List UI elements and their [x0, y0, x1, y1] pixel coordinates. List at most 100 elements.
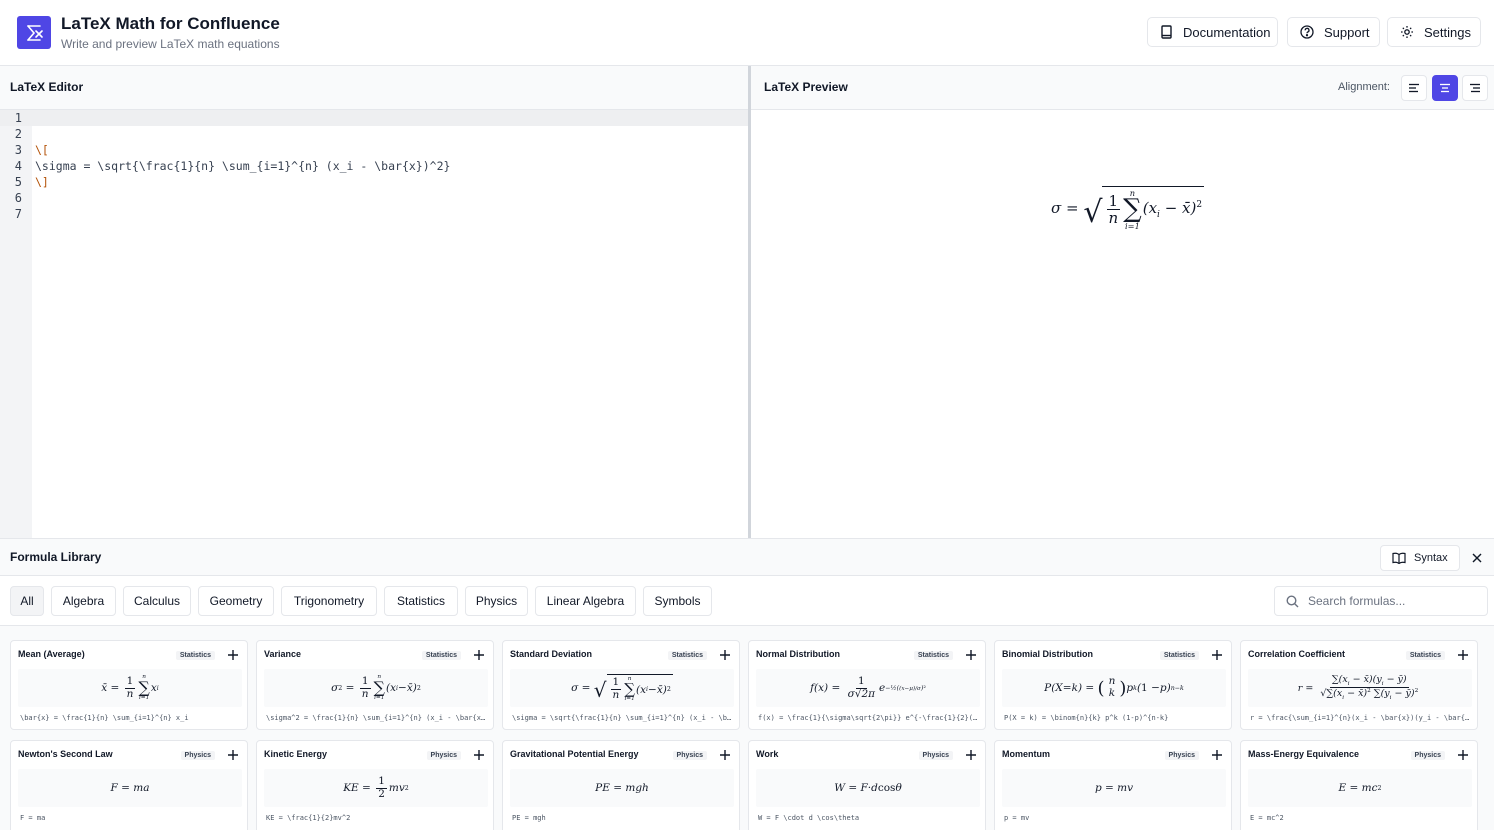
support-button[interactable]: Support: [1287, 17, 1380, 47]
formula-card[interactable]: Mass-Energy Equivalence Physics E = mc 2 …: [1240, 740, 1478, 830]
formula-category-badge: Physics: [918, 751, 953, 760]
line-number: 6: [14, 191, 22, 205]
latex-code-editor[interactable]: [32, 110, 748, 538]
app-logo-icon: [17, 16, 51, 49]
line-number: 2: [14, 127, 22, 141]
active-line-highlight: [0, 110, 748, 126]
formula-category-badge: Statistics: [913, 651, 953, 660]
formula-preview: r = ∑(xi − x̄)(yi − ȳ) √∑(xi − x̄)2 ∑(yi …: [1248, 669, 1472, 707]
formula-preview: f(x) = 1 σ√2π e −½((x−μ)/σ)²: [756, 669, 980, 707]
formula-card[interactable]: Correlation Coefficient Statistics r = ∑…: [1240, 640, 1478, 730]
formula-preview: F = ma: [18, 769, 242, 807]
add-formula-icon[interactable]: [1457, 749, 1469, 761]
add-formula-icon[interactable]: [1211, 749, 1223, 761]
formula-preview: E = mc 2: [1248, 769, 1472, 807]
close-library-button[interactable]: [1468, 549, 1486, 567]
add-formula-icon[interactable]: [227, 749, 239, 761]
formula-name: Gravitational Potential Energy: [510, 749, 639, 759]
syntax-button[interactable]: Syntax: [1380, 545, 1460, 571]
formula-preview: W = F · d cos θ: [756, 769, 980, 807]
category-tab-statistics[interactable]: Statistics: [384, 586, 458, 616]
add-formula-icon[interactable]: [473, 749, 485, 761]
align-left-button[interactable]: [1401, 75, 1427, 101]
formula-category-badge: Physics: [1410, 751, 1445, 760]
formula-card[interactable]: Standard Deviation Statistics σ = √ 1 n n ∑ i…: [502, 640, 740, 730]
code-line[interactable]: \sigma = \sqrt{\frac{1}{n} \sum_{i=1}^{n…: [35, 158, 450, 174]
formula-name: Mass-Energy Equivalence: [1248, 749, 1360, 759]
add-formula-icon[interactable]: [473, 649, 485, 661]
category-tab-calculus[interactable]: Calculus: [123, 586, 191, 616]
code-line[interactable]: \]: [35, 174, 49, 190]
formula-category-badge: Physics: [1164, 751, 1199, 760]
add-formula-icon[interactable]: [1211, 649, 1223, 661]
editor-title: LaTeX Editor: [10, 80, 84, 94]
search-input[interactable]: [1308, 587, 1480, 615]
formula-category-badge: Statistics: [175, 651, 215, 660]
category-tab-all[interactable]: All: [10, 586, 44, 616]
formula-category-badge: Statistics: [421, 651, 461, 660]
category-tab-algebra[interactable]: Algebra: [51, 586, 116, 616]
add-formula-icon[interactable]: [227, 649, 239, 661]
category-tab-geometry[interactable]: Geometry: [198, 586, 274, 616]
formula-card[interactable]: Variance Statistics σ2 = 1 n n ∑ i=1 (x i − x̄…: [256, 640, 494, 730]
line-number: 1: [14, 111, 22, 125]
formula-category-badge: Statistics: [1159, 651, 1199, 660]
align-center-button[interactable]: [1432, 75, 1458, 101]
documentation-button[interactable]: Documentation: [1147, 17, 1278, 47]
formula-card[interactable]: Normal Distribution Statistics f(x) = 1σ…: [748, 640, 986, 730]
formula-latex-code: f(x) = \frac{1}{\sigma\sqrt{2\pi}} e^{-\…: [758, 714, 978, 722]
formula-name: Correlation Coefficient: [1248, 649, 1346, 659]
line-number: 7: [14, 207, 22, 221]
gear-icon: [1401, 26, 1413, 38]
formula-card[interactable]: Mean (Average) Statistics x̄ = 1 n n ∑ i=1 x i…: [10, 640, 248, 730]
add-formula-icon[interactable]: [1457, 649, 1469, 661]
formula-card[interactable]: Momentum Physics p = mv p = mv: [994, 740, 1232, 830]
formula-name: Newton's Second Law: [18, 749, 113, 759]
line-number: 3: [14, 143, 22, 157]
formula-card[interactable]: Binomial Distribution Statistics P(X = k…: [994, 640, 1232, 730]
formula-preview: KE = 1 2 mv 2: [264, 769, 488, 807]
formula-latex-code: \sigma = \sqrt{\frac{1}{n} \sum_{i=1}^{n…: [512, 714, 732, 722]
align-right-button[interactable]: [1462, 75, 1488, 101]
settings-button[interactable]: Settings: [1387, 17, 1481, 47]
formula-card[interactable]: Work Physics W = F · d cos θ W = F \cdot…: [748, 740, 986, 830]
formula-card[interactable]: Newton's Second Law Physics F = ma F = m…: [10, 740, 248, 830]
formula-library-header: Formula Library Syntax: [0, 538, 1494, 576]
formula-name: Work: [756, 749, 779, 759]
formula-latex-code: r = \frac{\sum_{i=1}^{n}(x_i - \bar{x})(…: [1250, 714, 1470, 722]
formula-name: Variance: [264, 649, 302, 659]
formula-preview: x̄ = 1 n n ∑ i=1 x i: [18, 669, 242, 707]
formula-latex-code: P(X = k) = \binom{n}{k} p^k (1-p)^{n-k}: [1004, 714, 1169, 722]
formula-latex-code: F = ma: [20, 814, 46, 822]
support-label: Support: [1324, 24, 1370, 40]
formula-preview: σ2 = 1 n n ∑ i=1 (x i − x̄) 2: [264, 669, 488, 707]
formula-card[interactable]: Kinetic Energy Physics KE = 1 2 mv 2 KE = \…: [256, 740, 494, 830]
category-tabs: All Algebra Calculus Geometry Trigonomet…: [0, 576, 1494, 626]
add-formula-icon[interactable]: [719, 749, 731, 761]
add-formula-icon[interactable]: [719, 649, 731, 661]
close-icon: [1472, 553, 1482, 563]
add-formula-icon[interactable]: [965, 749, 977, 761]
code-line[interactable]: \[: [35, 142, 49, 158]
category-tab-linear-algebra[interactable]: Linear Algebra: [535, 586, 636, 616]
add-formula-icon[interactable]: [965, 649, 977, 661]
align-left-icon: [1409, 83, 1419, 93]
category-tab-physics[interactable]: Physics: [465, 586, 528, 616]
formula-name: Momentum: [1002, 749, 1050, 759]
formula-category-badge: Statistics: [667, 651, 707, 660]
formula-name: Mean (Average): [18, 649, 85, 659]
help-circle-icon: [1300, 25, 1314, 39]
rendered-equation: σ = √ 1n n ∑ i=1 (xi − x̄)2: [1051, 186, 1205, 231]
formula-card[interactable]: Gravitational Potential Energy Physics P…: [502, 740, 740, 830]
formula-preview: p = mv: [1002, 769, 1226, 807]
formula-latex-code: p = mv: [1004, 814, 1030, 822]
formula-latex-code: W = F \cdot d \cos\theta: [758, 814, 860, 822]
formula-name: Kinetic Energy: [264, 749, 328, 759]
preview-header: LaTeX Preview Alignment:: [751, 66, 1494, 110]
formula-category-badge: Physics: [672, 751, 707, 760]
formula-name: Normal Distribution: [756, 649, 841, 659]
category-tab-trigonometry[interactable]: Trigonometry: [281, 586, 377, 616]
category-tab-symbols[interactable]: Symbols: [643, 586, 712, 616]
search-icon: [1286, 595, 1299, 608]
formula-preview: PE = mgh: [510, 769, 734, 807]
